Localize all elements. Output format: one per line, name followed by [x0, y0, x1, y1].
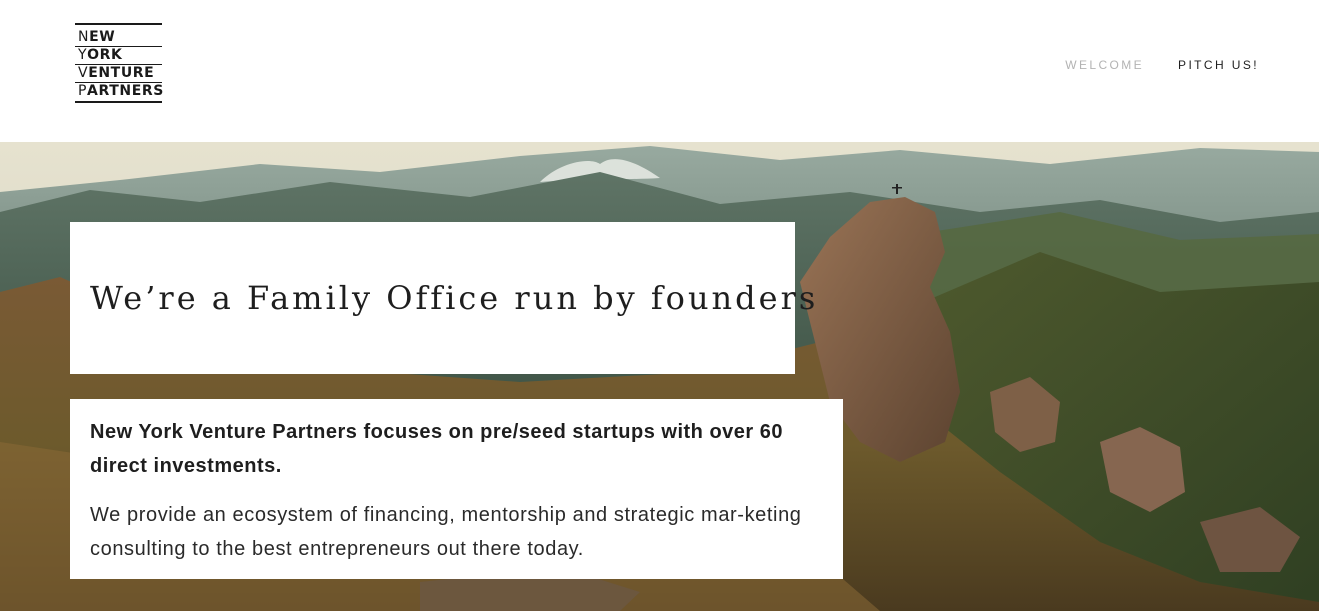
hero-lead-text: New York Venture Partners focuses on pre…: [90, 421, 783, 477]
logo-rule: [75, 101, 162, 103]
logo-line-1: NEW: [78, 29, 116, 45]
title-card: We’re a Family Office run by founders: [70, 222, 815, 374]
nav-welcome-link[interactable]: WELCOME: [1065, 58, 1144, 72]
page: NEW YORK VENTURE PARTNERS WELCOME PITCH …: [0, 0, 1319, 611]
intro-card: New York Venture Partners focuses on pre…: [70, 399, 843, 579]
logo-line-2: YORK: [78, 47, 123, 63]
site-header: NEW YORK VENTURE PARTNERS WELCOME PITCH …: [0, 0, 1319, 142]
logo-line-3: VENTURE: [78, 65, 155, 81]
hero-title: We’re a Family Office run by founders: [90, 279, 819, 317]
logo[interactable]: NEW YORK VENTURE PARTNERS: [75, 23, 164, 104]
main-nav: WELCOME PITCH US!: [1065, 58, 1259, 72]
logo-line-4: PARTNERS: [78, 83, 164, 99]
hero-body-text: We provide an ecosystem of financing, me…: [90, 504, 802, 560]
logo-rule: [75, 23, 162, 25]
nav-pitch-us-link[interactable]: PITCH US!: [1178, 58, 1259, 72]
